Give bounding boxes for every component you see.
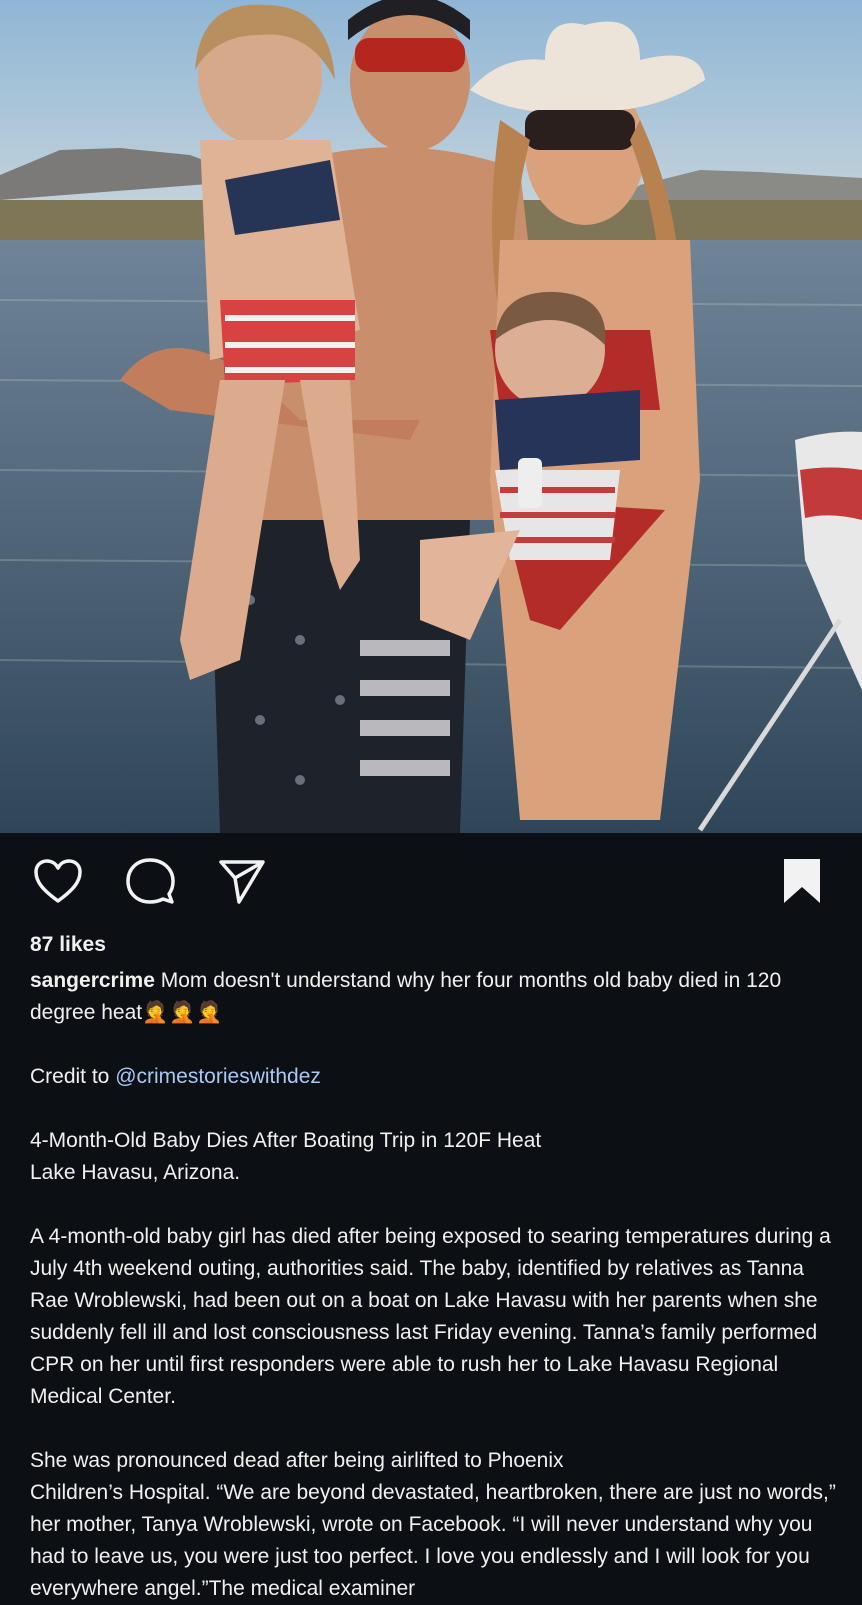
likes-count[interactable]: 87 likes <box>30 929 842 961</box>
headline-line-1: 4-Month-Old Baby Dies After Boating Trip… <box>30 1129 542 1152</box>
facepalm-emoji-icons: 🤦🤦🤦 <box>142 1001 224 1024</box>
family-photo-illustration <box>0 0 862 833</box>
credit-prefix: Credit to <box>30 1065 116 1088</box>
credit-mention-link[interactable]: @crimestorieswithdez <box>115 1065 321 1088</box>
paper-plane-icon <box>219 860 265 904</box>
heart-icon <box>34 859 82 903</box>
body-paragraph-2-rest: Children’s Hospital. “We are beyond deva… <box>30 1481 836 1600</box>
comment-button[interactable] <box>124 855 176 907</box>
caption-first-paragraph: sangercrime Mom doesn't understand why h… <box>30 965 842 1029</box>
body-paragraph-1: A 4-month-old baby girl has died after b… <box>30 1225 831 1408</box>
share-button[interactable] <box>216 855 268 907</box>
save-button[interactable] <box>776 855 828 907</box>
body-paragraph-2-line-1: She was pronounced dead after being airl… <box>30 1449 564 1472</box>
bookmark-icon <box>784 859 820 903</box>
credit-line: Credit to @crimestorieswithdez <box>30 1061 842 1093</box>
post-action-bar <box>0 833 862 925</box>
post-photo[interactable] <box>0 0 862 833</box>
like-button[interactable] <box>32 855 84 907</box>
post-username[interactable]: sangercrime <box>30 969 155 992</box>
post-caption-area: 87 likes sangercrime Mom doesn't underst… <box>30 925 842 1605</box>
comment-bubble-icon <box>126 858 175 904</box>
headline-line-2: Lake Havasu, Arizona. <box>30 1161 241 1184</box>
